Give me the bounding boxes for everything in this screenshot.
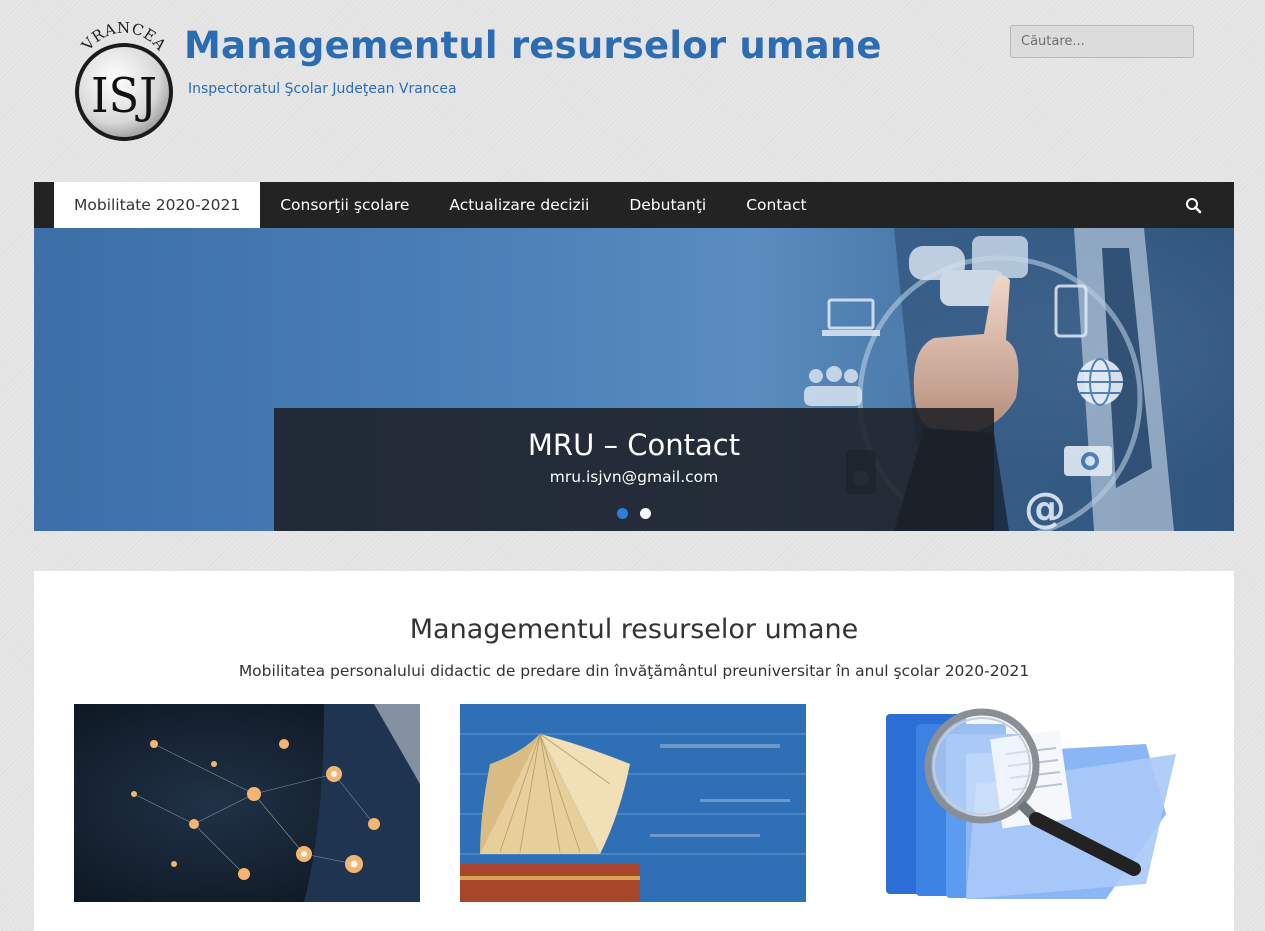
- slide-caption-title[interactable]: MRU – Contact: [274, 408, 994, 462]
- main-navigation: Mobilitate 2020-2021 Consorţii şcolare A…: [34, 182, 1234, 228]
- open-book-image[interactable]: [460, 704, 806, 902]
- people-icon: [804, 366, 862, 406]
- site-logo[interactable]: VRANCEA ISJ: [70, 19, 178, 144]
- slider-dot-2[interactable]: [639, 508, 651, 519]
- section-subtitle: Mobilitatea personalului didactic de pre…: [238, 662, 1030, 680]
- header-search-input[interactable]: [1010, 25, 1194, 58]
- folders-magnifier-image[interactable]: [846, 704, 1192, 902]
- slider-pagination: [274, 504, 994, 523]
- nav-item-consortii[interactable]: Consorţii şcolare: [260, 182, 429, 228]
- search-icon[interactable]: [1184, 196, 1204, 216]
- main-content: Managementul resurselor umane Mobilitate…: [34, 571, 1234, 931]
- logo-monogram: ISJ: [91, 68, 157, 124]
- nav-item-mobilitate[interactable]: Mobilitate 2020-2021: [54, 182, 261, 228]
- nav-item-debutanti[interactable]: Debutanţi: [609, 182, 726, 228]
- camera-icon: [1064, 446, 1112, 476]
- nav-menu: Mobilitate 2020-2021 Consorţii şcolare A…: [34, 182, 1234, 228]
- nav-item-contact[interactable]: Contact: [726, 182, 826, 228]
- slider-dot-1[interactable]: [617, 508, 629, 519]
- hero-slider[interactable]: @ MRU – Contact mru.isjvn@gmail.com: [34, 228, 1234, 531]
- network-people-image[interactable]: [74, 704, 420, 902]
- site-description: Inspectoratul Şcolar Judeţean Vrancea: [188, 81, 457, 97]
- nav-item-actualizare-decizii[interactable]: Actualizare decizii: [429, 182, 609, 228]
- at-sign-icon: @: [1024, 483, 1066, 531]
- slide-caption-text: mru.isjvn@gmail.com: [549, 468, 719, 486]
- globe-icon: [1077, 358, 1123, 406]
- site-title[interactable]: Managementul resurselor umane: [184, 24, 882, 67]
- svg-text:@: @: [1024, 483, 1066, 531]
- slide-caption: MRU – Contact mru.isjvn@gmail.com: [274, 408, 994, 531]
- section-title: Managementul resurselor umane: [409, 614, 859, 645]
